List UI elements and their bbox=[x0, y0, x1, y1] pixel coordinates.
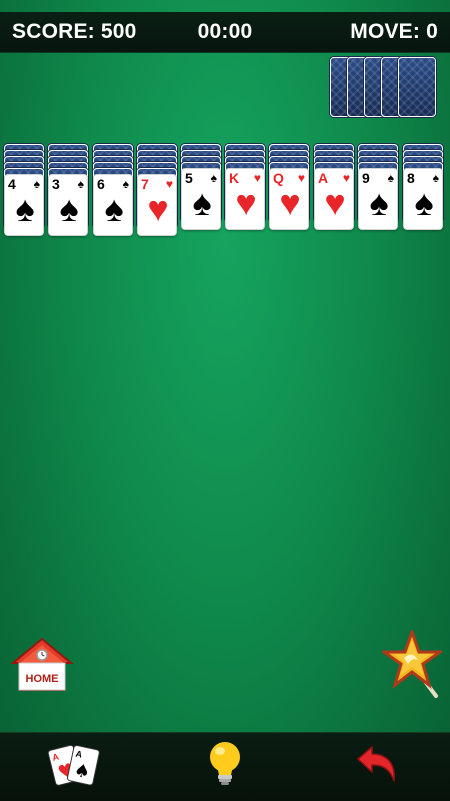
face-up-card[interactable]: 9 ♠ ♠ bbox=[358, 168, 398, 230]
card-suit-large: ♠ bbox=[414, 182, 434, 223]
undo-button[interactable] bbox=[352, 739, 400, 791]
card-suit-large: ♠ bbox=[192, 182, 212, 223]
playing-cards-icon: A ♥ A ♠ bbox=[47, 744, 100, 786]
card-suit-large: ♠ bbox=[369, 182, 389, 223]
card-suit-large: ♠ bbox=[59, 188, 79, 229]
face-up-card[interactable]: K ♥ ♥ bbox=[225, 168, 265, 230]
stock-pile[interactable] bbox=[330, 57, 440, 119]
card-suit-large: ♥ bbox=[147, 188, 169, 229]
magic-wand-button[interactable] bbox=[379, 627, 445, 700]
lightbulb-icon bbox=[210, 742, 240, 785]
face-up-card[interactable]: 4 ♠ ♠ bbox=[4, 174, 44, 236]
home-label: HOME bbox=[26, 673, 59, 685]
card-suit-large: ♥ bbox=[235, 182, 257, 223]
home-button[interactable]: HOME bbox=[10, 636, 74, 694]
hud-bar: SCORE: 500 00:00 MOVE: 0 bbox=[0, 12, 450, 53]
magic-wand-star-icon bbox=[379, 627, 445, 698]
card-suit-large: ♠ bbox=[15, 188, 35, 229]
house-icon: HOME bbox=[10, 637, 74, 691]
stock-card-back[interactable] bbox=[398, 57, 436, 117]
new-game-button[interactable]: A ♥ A ♠ bbox=[46, 739, 104, 791]
face-up-card[interactable]: 7 ♥ ♥ bbox=[137, 174, 177, 236]
face-up-card[interactable]: 3 ♠ ♠ bbox=[48, 174, 88, 236]
face-up-card[interactable]: 6 ♠ ♠ bbox=[93, 174, 133, 236]
face-up-card[interactable]: Q ♥ ♥ bbox=[269, 168, 309, 230]
card-suit-large: ♠ bbox=[104, 188, 124, 229]
hint-button[interactable] bbox=[205, 739, 245, 791]
face-up-card[interactable]: A ♥ ♥ bbox=[314, 168, 354, 230]
move-counter: MOVE: 0 bbox=[350, 20, 438, 43]
face-up-card[interactable]: 5 ♠ ♠ bbox=[181, 168, 221, 230]
face-up-card[interactable]: 8 ♠ ♠ bbox=[403, 168, 443, 230]
card-suit-large: ♥ bbox=[324, 182, 346, 223]
card-suit-large: ♥ bbox=[279, 182, 301, 223]
undo-arrow-icon bbox=[357, 746, 395, 782]
bottom-toolbar: A ♥ A ♠ bbox=[0, 732, 450, 801]
